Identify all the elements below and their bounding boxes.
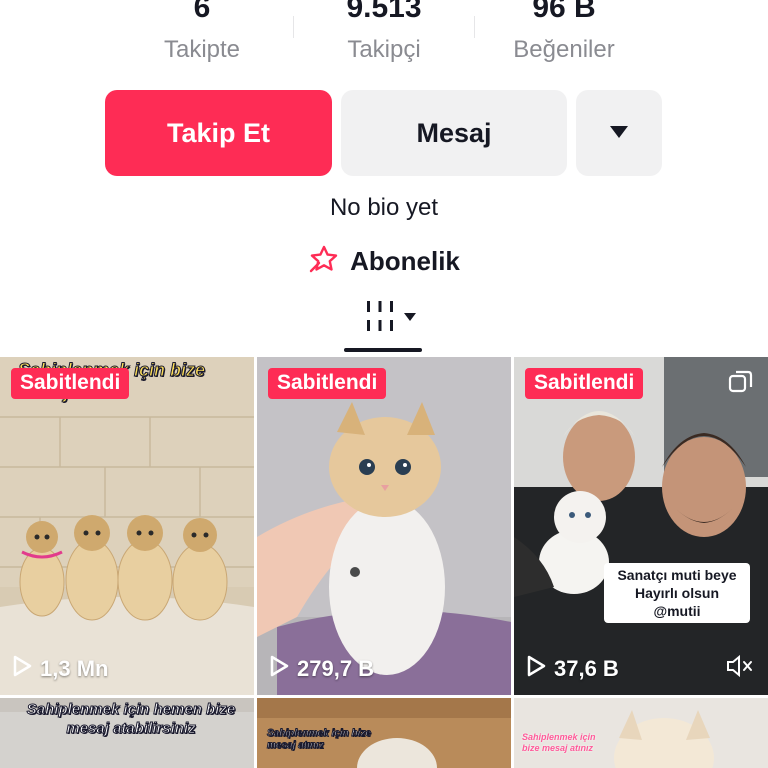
followers-count: 9.513 xyxy=(346,0,422,24)
video-caption: Sahiplenmek için bize mesaj atınız xyxy=(522,732,596,753)
tab-videos[interactable] xyxy=(358,296,422,340)
view-count-text: 279,7 B xyxy=(297,656,375,681)
caret-down-icon xyxy=(609,125,629,142)
likes-label: Beğeniler xyxy=(513,36,615,63)
video-tile[interactable]: Sahiplenmek için bize mesaj atınız Sabit… xyxy=(0,357,254,695)
followers-stat[interactable]: 9.513 Takipçi xyxy=(304,0,464,65)
follow-button[interactable]: Takip Et xyxy=(105,90,332,176)
play-icon xyxy=(12,655,32,683)
grid-icon xyxy=(363,299,397,338)
video-tile[interactable]: Sahiplenmek için hemen bize mesaj atabil… xyxy=(0,698,254,768)
pinned-badge: Sabitlendi xyxy=(11,368,130,399)
view-count-text: 37,6 B xyxy=(554,656,619,681)
pinned-badge: Sabitlendi xyxy=(268,368,387,399)
video-tile[interactable]: Sahiplenmek için bize mesaj atınız xyxy=(257,698,511,768)
more-options-button[interactable] xyxy=(576,90,662,176)
subscription-label: Abonelik xyxy=(350,246,460,276)
video-caption: Sahiplenmek için hemen bize mesaj atabil… xyxy=(26,701,236,738)
view-count-text: 1,3 Mn xyxy=(40,656,109,681)
likes-stat[interactable]: 96 B Beğeniler xyxy=(484,0,644,65)
video-thumbnail xyxy=(257,357,511,695)
view-count: 279,7 B xyxy=(269,655,374,683)
video-caption: Sahiplenmek için bize mesaj atınız xyxy=(267,728,372,752)
video-thumbnail xyxy=(0,357,254,695)
subscription-link[interactable]: Abonelik xyxy=(0,244,768,279)
profile-tabs xyxy=(0,296,768,354)
play-icon xyxy=(269,655,289,683)
profile-bio: No bio yet xyxy=(329,194,439,221)
video-tile[interactable]: Sanatçı muti beye Hayırlı olsun @mutii S… xyxy=(514,357,768,695)
message-button[interactable]: Mesaj xyxy=(341,90,567,176)
following-stat[interactable]: 6 Takipte xyxy=(122,0,282,65)
following-count: 6 xyxy=(193,0,211,24)
subscription-star-icon xyxy=(308,244,340,279)
profile-stats: 6 Takipte 9.513 Takipçi 96 B Beğeniler xyxy=(0,0,768,76)
video-thumbnail xyxy=(514,357,768,695)
likes-count: 96 B xyxy=(532,0,596,24)
video-tile[interactable]: Sabitlendi 279,7 B xyxy=(257,357,511,695)
video-caption: Sanatçı muti beye Hayırlı olsun @mutii xyxy=(604,563,750,623)
play-icon xyxy=(526,655,546,683)
video-tile[interactable]: Sahiplenmek için bize mesaj atınız xyxy=(514,698,768,768)
video-grid: Sahiplenmek için bize mesaj atınız Sabit… xyxy=(0,357,768,768)
mute-icon[interactable] xyxy=(726,654,754,683)
stat-divider xyxy=(474,16,475,38)
chevron-down-icon xyxy=(403,309,417,327)
following-label: Takipte xyxy=(163,36,241,63)
active-tab-indicator xyxy=(344,348,422,352)
multi-video-icon xyxy=(728,369,754,400)
pinned-badge: Sabitlendi xyxy=(525,368,644,399)
stat-divider xyxy=(293,16,294,38)
followers-label: Takipçi xyxy=(347,36,421,63)
view-count: 1,3 Mn xyxy=(12,655,108,683)
view-count: 37,6 B xyxy=(526,655,619,683)
